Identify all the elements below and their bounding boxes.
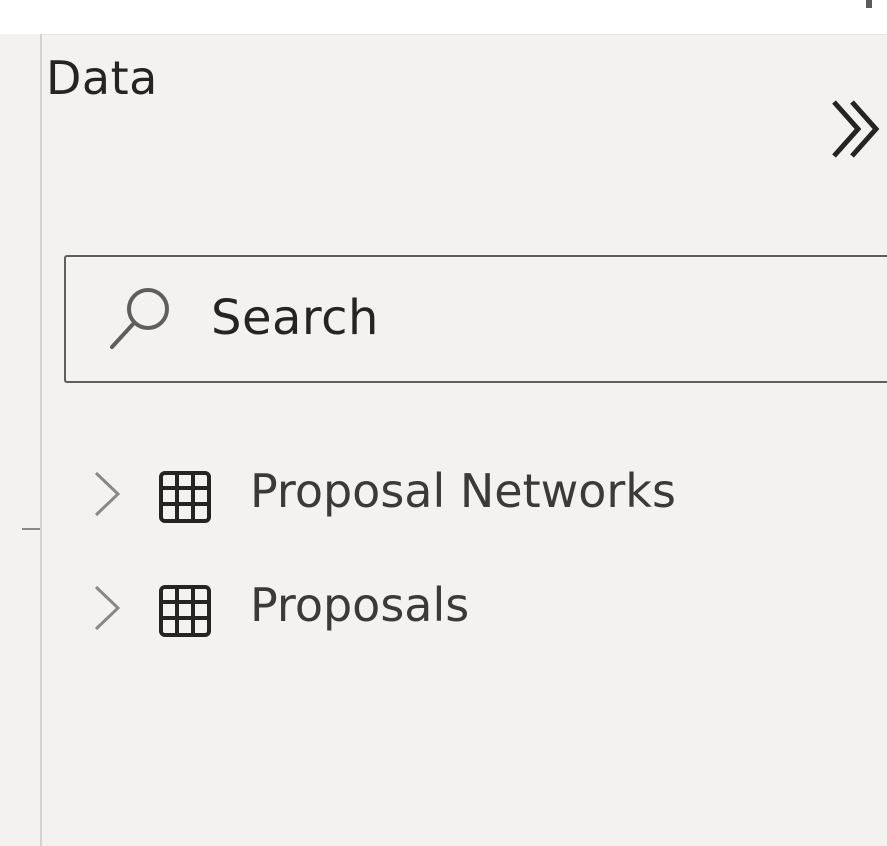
search-placeholder: Search bbox=[211, 290, 379, 346]
table-icon bbox=[159, 471, 211, 523]
search-icon bbox=[110, 288, 169, 349]
gutter-tick bbox=[22, 528, 40, 530]
table-item-label: Proposals bbox=[250, 578, 470, 632]
left-gutter bbox=[0, 34, 40, 846]
collapse-pane-button[interactable] bbox=[818, 88, 887, 168]
table-icon bbox=[159, 585, 211, 637]
chevron-right-icon[interactable] bbox=[90, 583, 126, 633]
pane-title: Data bbox=[46, 51, 158, 105]
search-input[interactable]: Search bbox=[64, 255, 887, 383]
table-item-proposals[interactable]: Proposals bbox=[64, 562, 887, 654]
data-pane bbox=[42, 35, 887, 846]
chevron-right-icon[interactable] bbox=[90, 469, 126, 519]
table-item-proposal-networks[interactable]: Proposal Networks bbox=[64, 448, 887, 540]
top-bar-edge-mark bbox=[866, 0, 872, 8]
table-item-label: Proposal Networks bbox=[250, 464, 676, 518]
double-chevron-right-icon bbox=[832, 100, 880, 158]
top-bar bbox=[0, 0, 887, 35]
